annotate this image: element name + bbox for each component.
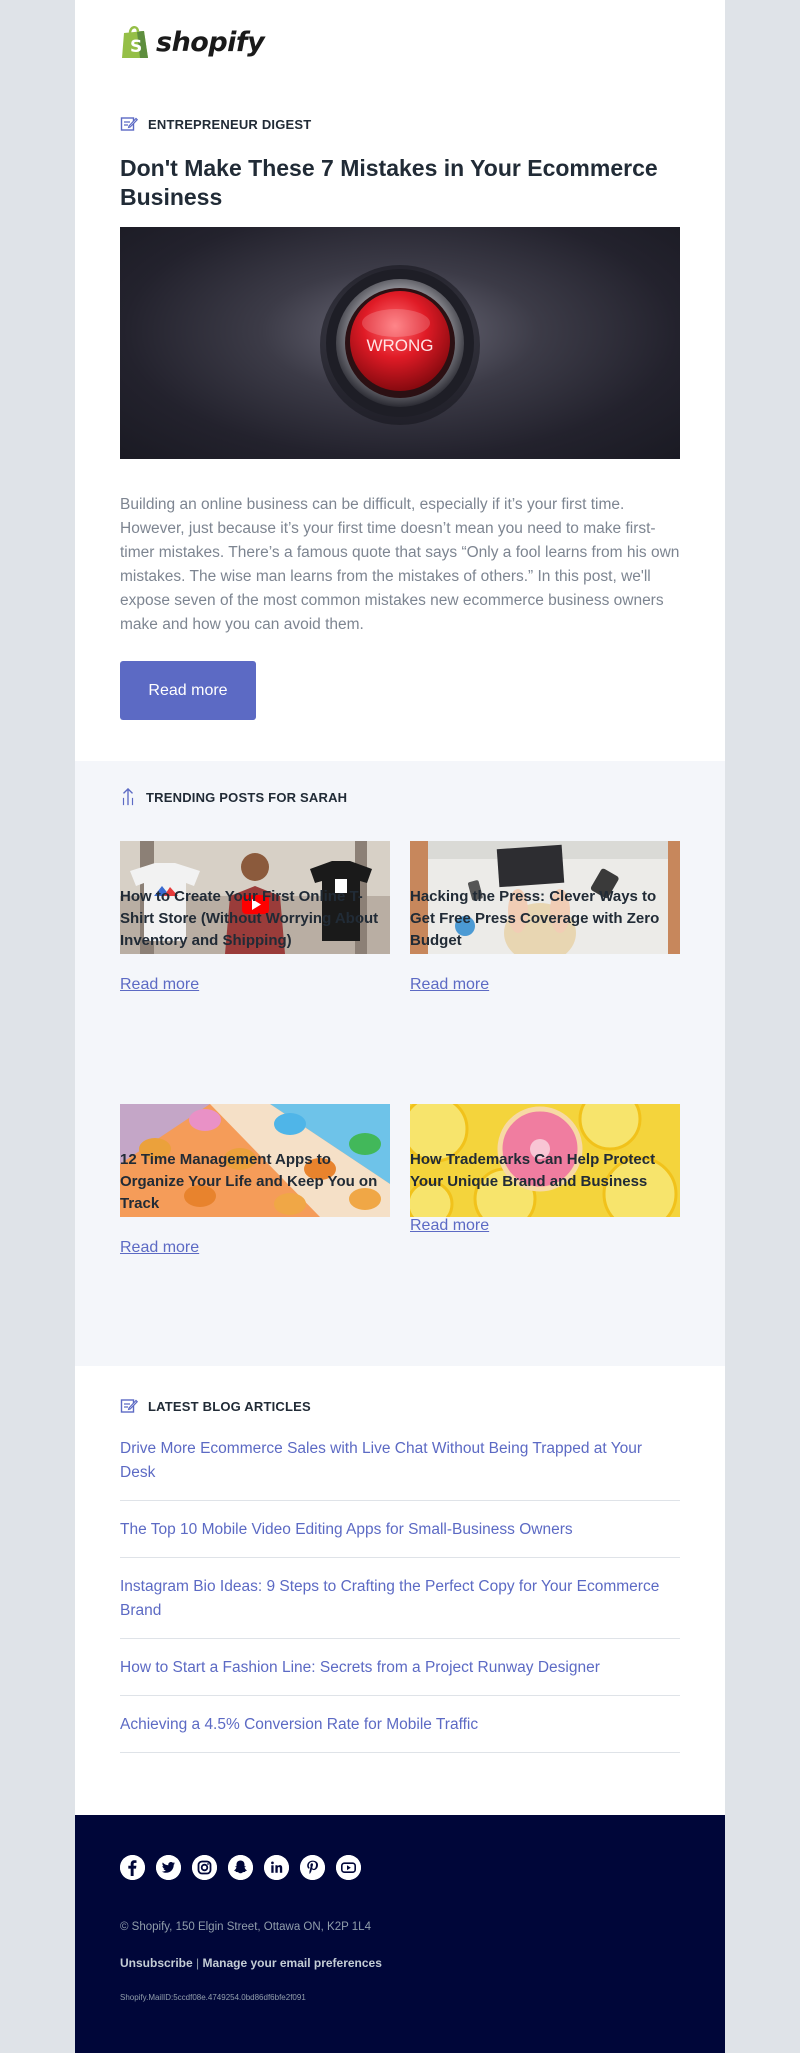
latest-articles-header: LATEST BLOG ARTICLES [120, 1397, 311, 1415]
divider [120, 1695, 680, 1696]
trending-read-more-link[interactable]: Read more [120, 976, 199, 994]
trending-header: TRENDING POSTS FOR SARAH [120, 788, 347, 806]
hero-body-text: Building an online business can be diffi… [120, 496, 680, 633]
mail-id: Shopify.MailID:5ccdf08e.4749254.0bd86df6… [120, 1993, 306, 2002]
email-container: S shopify ENTREPRENEUR DIGEST Don't Make… [75, 0, 725, 2053]
latest-article-link[interactable]: How to Start a Fashion Line: Secrets fro… [120, 1656, 680, 1680]
wrong-button-label: WRONG [366, 336, 433, 355]
edit-document-icon [120, 117, 138, 131]
instagram-icon[interactable] [192, 1855, 217, 1880]
hero-image[interactable]: WRONG [120, 227, 680, 459]
divider [120, 1557, 680, 1558]
section-label: TRENDING POSTS FOR SARAH [146, 789, 348, 805]
section-label: ENTREPRENEUR DIGEST [148, 116, 312, 132]
linkedin-icon[interactable] [264, 1855, 289, 1880]
unsubscribe-link[interactable]: Unsubscribe [120, 1956, 193, 1970]
company-address: © Shopify, 150 Elgin Street, Ottawa ON, … [120, 1921, 371, 1933]
pinterest-icon[interactable] [300, 1855, 325, 1880]
entrepreneur-digest-header: ENTREPRENEUR DIGEST [120, 115, 311, 133]
read-more-button[interactable]: Read more [120, 661, 256, 720]
trending-read-more-link[interactable]: Read more [120, 1239, 199, 1257]
twitter-icon[interactable] [156, 1855, 181, 1880]
latest-article-link[interactable]: Achieving a 4.5% Conversion Rate for Mob… [120, 1713, 680, 1737]
trending-post-title[interactable]: How to Create Your First Online T-Shirt … [120, 886, 395, 952]
trending-posts-section: TRENDING POSTS FOR SARAH How to Create Y… [75, 761, 725, 1366]
edit-document-icon [120, 1399, 138, 1413]
divider [120, 1500, 680, 1501]
youtube-icon[interactable] [336, 1855, 361, 1880]
latest-article-link[interactable]: Instagram Bio Ideas: 9 Steps to Crafting… [120, 1575, 680, 1623]
trending-post-title[interactable]: 12 Time Management Apps to Organize Your… [120, 1149, 395, 1215]
social-links [120, 1855, 361, 1880]
divider [120, 1752, 680, 1753]
footer-separator: | [196, 1956, 200, 1970]
footer: © Shopify, 150 Elgin Street, Ottawa ON, … [75, 1815, 725, 2053]
trending-read-more-link[interactable]: Read more [410, 1217, 489, 1235]
trending-read-more-link[interactable]: Read more [410, 976, 489, 994]
snapchat-icon[interactable] [228, 1855, 253, 1880]
latest-article-link[interactable]: Drive More Ecommerce Sales with Live Cha… [120, 1437, 680, 1485]
shopify-logo[interactable]: S shopify [120, 24, 265, 60]
section-label: LATEST BLOG ARTICLES [148, 1398, 311, 1414]
footer-links: Unsubscribe | Manage your email preferen… [120, 1956, 382, 1970]
trending-post-title[interactable]: How Trademarks Can Help Protect Your Uni… [410, 1149, 685, 1193]
latest-article-link[interactable]: The Top 10 Mobile Video Editing Apps for… [120, 1518, 680, 1542]
svg-text:S: S [130, 37, 142, 57]
logo-wordmark: shopify [156, 26, 265, 58]
manage-preferences-link[interactable]: Manage your email preferences [203, 1956, 382, 1970]
facebook-icon[interactable] [120, 1855, 145, 1880]
shopify-bag-icon: S [120, 24, 150, 60]
hero-title[interactable]: Don't Make These 7 Mistakes in Your Ecom… [120, 154, 680, 212]
trending-post-title[interactable]: Hacking the Press: Clever Ways to Get Fr… [410, 886, 685, 952]
trending-up-icon [122, 788, 134, 806]
divider [120, 1638, 680, 1639]
